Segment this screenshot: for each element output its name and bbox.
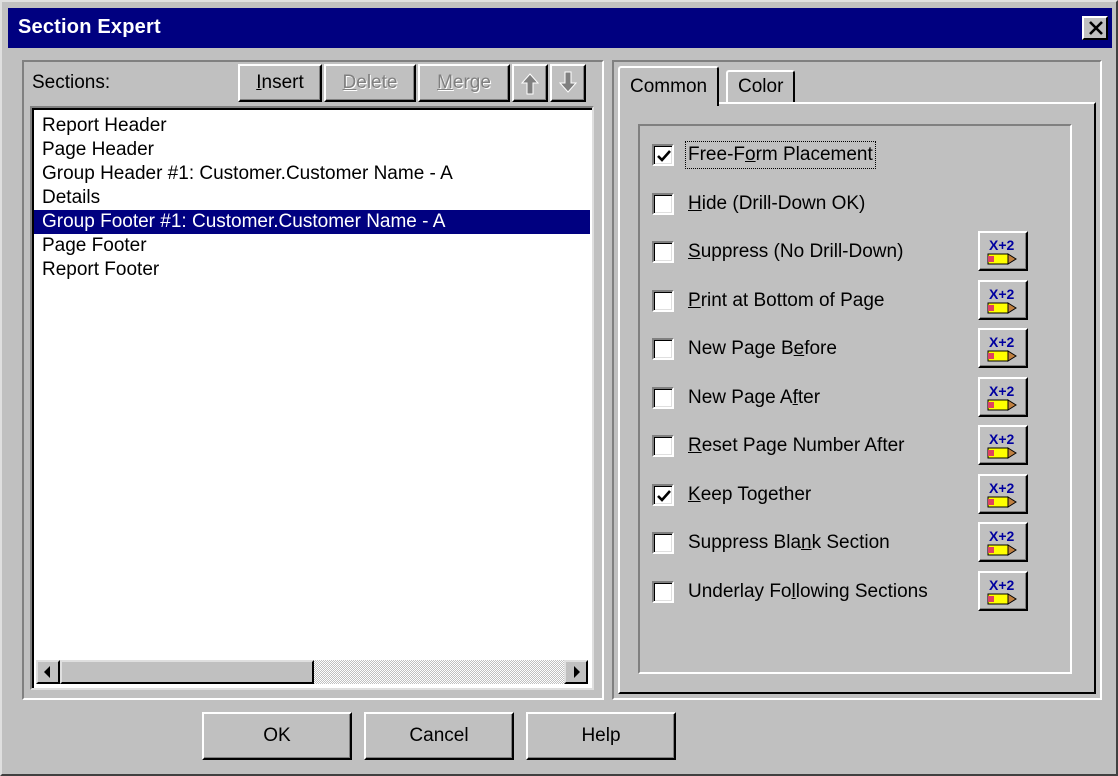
option-label: Hide (Drill-Down OK)	[688, 193, 866, 214]
option-label: New Page Before	[688, 338, 837, 359]
insert-button[interactable]: Insert	[238, 64, 322, 102]
option-checkbox[interactable]	[652, 581, 674, 603]
list-item[interactable]: Page Header	[38, 138, 158, 162]
ok-button[interactable]: OK	[202, 712, 352, 760]
move-down-button[interactable]	[550, 64, 586, 102]
checkmark-icon	[657, 490, 671, 502]
scroll-left-button[interactable]	[36, 660, 60, 684]
formula-button[interactable]: X+2	[978, 328, 1028, 368]
option-label: Free-Form Placement	[685, 141, 876, 169]
checkmark-icon	[657, 150, 671, 162]
option-checkbox[interactable]	[652, 484, 674, 506]
option-checkbox[interactable]	[652, 338, 674, 360]
option-row[interactable]: Keep Together	[652, 482, 952, 512]
list-item[interactable]: Details	[38, 186, 104, 210]
scroll-right-button[interactable]	[564, 660, 588, 684]
option-row[interactable]: New Page Before	[652, 336, 952, 366]
formula-button[interactable]: X+2	[978, 571, 1028, 611]
option-row[interactable]: New Page After	[652, 385, 952, 415]
help-button[interactable]: Help	[526, 712, 676, 760]
list-item-selected[interactable]: Group Footer #1: Customer.Customer Name …	[34, 210, 590, 234]
svg-text:X+2: X+2	[989, 286, 1015, 302]
insert-label: nsert	[261, 72, 304, 93]
option-row[interactable]: Underlay Following Sections	[652, 579, 952, 609]
formula-editor-icon: X+2	[987, 286, 1017, 314]
formula-button[interactable]: X+2	[978, 280, 1028, 320]
option-checkbox[interactable]	[652, 193, 674, 215]
formula-editor-icon: X+2	[987, 528, 1017, 556]
formula-editor-icon: X+2	[987, 431, 1017, 459]
arrow-left-icon	[44, 666, 50, 678]
svg-text:X+2: X+2	[989, 383, 1015, 399]
option-checkbox[interactable]	[652, 532, 674, 554]
option-label: Keep Together	[688, 484, 812, 505]
formula-editor-icon: X+2	[987, 237, 1017, 265]
svg-text:X+2: X+2	[989, 237, 1015, 253]
option-checkbox[interactable]	[652, 387, 674, 409]
tab-color[interactable]: Color	[726, 70, 796, 102]
sections-label: Sections:	[32, 72, 111, 93]
option-row[interactable]: Hide (Drill-Down OK)	[652, 191, 952, 221]
arrow-up-icon	[520, 73, 540, 95]
delete-label: elete	[356, 72, 398, 93]
option-row[interactable]: Suppress Blank Section	[652, 530, 952, 560]
merge-hotkey: M	[437, 72, 453, 93]
formula-button[interactable]: X+2	[978, 425, 1028, 465]
formula-button[interactable]: X+2	[978, 522, 1028, 562]
svg-text:X+2: X+2	[989, 334, 1015, 350]
merge-label: erge	[452, 72, 491, 93]
formula-button[interactable]: X+2	[978, 231, 1028, 271]
list-item[interactable]: Group Header #1: Customer.Customer Name …	[38, 162, 457, 186]
option-label: Print at Bottom of Page	[688, 290, 885, 311]
option-checkbox[interactable]	[652, 435, 674, 457]
merge-button[interactable]: Merge	[418, 64, 510, 102]
close-icon	[1089, 21, 1103, 35]
list-item[interactable]: Page Footer	[38, 234, 151, 258]
list-item[interactable]: Report Footer	[38, 258, 163, 282]
svg-text:X+2: X+2	[989, 480, 1015, 496]
formula-editor-icon: X+2	[987, 383, 1017, 411]
svg-text:X+2: X+2	[989, 431, 1015, 447]
delete-hotkey: D	[342, 72, 357, 93]
arrow-right-icon	[574, 666, 580, 678]
arrow-down-icon	[558, 71, 578, 93]
delete-button[interactable]: Delete	[324, 64, 416, 102]
move-up-button[interactable]	[512, 64, 548, 102]
option-label: New Page After	[688, 387, 821, 408]
close-button[interactable]	[1082, 16, 1108, 40]
option-checkbox[interactable]	[652, 144, 674, 166]
option-row[interactable]: Reset Page Number After	[652, 433, 952, 463]
dialog-title: Section Expert	[18, 16, 161, 38]
option-label: Suppress (No Drill-Down)	[688, 241, 904, 262]
list-item[interactable]: Report Header	[38, 114, 171, 138]
title-bar[interactable]: Section Expert	[8, 8, 1112, 48]
option-label: Underlay Following Sections	[688, 581, 928, 602]
scrollbar-thumb[interactable]	[60, 660, 314, 684]
formula-editor-icon: X+2	[987, 334, 1017, 362]
option-checkbox[interactable]	[652, 241, 674, 263]
formula-button[interactable]: X+2	[978, 474, 1028, 514]
formula-editor-icon: X+2	[987, 480, 1017, 508]
tab-common[interactable]: Common	[618, 66, 720, 106]
svg-text:X+2: X+2	[989, 528, 1015, 544]
sections-listbox[interactable]: Report Header Page Header Group Header #…	[30, 106, 594, 690]
option-label: Reset Page Number After	[688, 435, 905, 456]
option-row[interactable]: Print at Bottom of Page	[652, 288, 952, 318]
formula-editor-icon: X+2	[987, 577, 1017, 605]
svg-text:X+2: X+2	[989, 577, 1015, 593]
horizontal-scrollbar[interactable]	[36, 660, 588, 684]
formula-button[interactable]: X+2	[978, 377, 1028, 417]
option-row[interactable]: Free-Form Placement	[652, 141, 952, 172]
cancel-button[interactable]: Cancel	[364, 712, 514, 760]
option-checkbox[interactable]	[652, 290, 674, 312]
option-row[interactable]: Suppress (No Drill-Down)	[652, 239, 952, 269]
option-label: Suppress Blank Section	[688, 532, 890, 553]
